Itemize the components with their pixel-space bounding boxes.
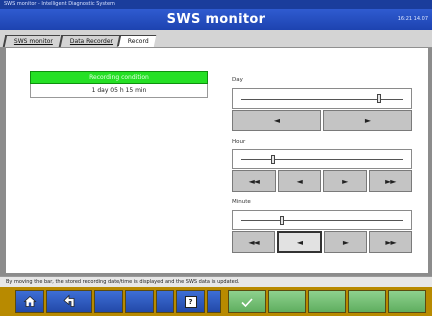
tab-data-recorder[interactable]: Data Recorder (58, 35, 121, 47)
recording-status-badge: Recording condition (30, 71, 208, 84)
tab-strip: SWS monitor Data Recorder Record (0, 30, 432, 48)
app-header: SWS monitor 16:21 14.07 (0, 9, 432, 30)
hour-forward-button[interactable]: ► (323, 170, 367, 192)
fkey-blank-4[interactable] (207, 290, 221, 313)
help-button[interactable]: ? (176, 290, 205, 313)
fkey-blank-1[interactable] (94, 290, 123, 313)
minute-slider-track (241, 220, 403, 221)
tab-sws-monitor-label: SWS monitor (13, 38, 53, 45)
page-title: SWS monitor (166, 12, 266, 27)
minute-forward-button[interactable]: ► (324, 231, 367, 253)
hour-back-button[interactable]: ◄ (277, 170, 321, 192)
fkey-green-2[interactable] (268, 290, 306, 313)
minute-fast-forward-button[interactable]: ►► (369, 231, 412, 253)
home-button[interactable] (15, 290, 44, 313)
ok-button[interactable] (228, 290, 266, 313)
minute-slider[interactable] (232, 210, 412, 230)
tab-record[interactable]: Record (116, 35, 157, 47)
tab-record-label: Record (127, 38, 149, 45)
day-slider-label: Day (232, 77, 243, 83)
message-text: By moving the bar, the stored recording … (6, 279, 240, 285)
hour-fast-back-button[interactable]: ◄◄ (232, 170, 276, 192)
hour-slider[interactable] (232, 149, 412, 169)
recording-time-display: 1 day 05 h 15 min (30, 84, 208, 98)
tab-data-recorder-label: Data Recorder (69, 38, 114, 45)
window-title-bar: SWS monitor - Intelligent Diagnostic Sys… (0, 0, 432, 9)
hour-slider-label: Hour (232, 139, 246, 145)
fkey-green-5[interactable] (388, 290, 426, 313)
hour-slider-track (241, 159, 403, 160)
minute-fast-back-button[interactable]: ◄◄ (232, 231, 275, 253)
fkey-blank-3[interactable] (156, 290, 174, 313)
function-key-bar: ? (0, 287, 432, 316)
minute-slider-label: Minute (232, 199, 251, 205)
window-title: SWS monitor - Intelligent Diagnostic Sys… (4, 1, 115, 7)
minute-slider-buttons: ◄◄ ◄ ► ►► (232, 231, 412, 253)
fkey-green-3[interactable] (308, 290, 346, 313)
home-icon (22, 292, 37, 311)
checkmark-icon (241, 292, 253, 311)
clock-readout: 16:21 14.07 (397, 16, 428, 22)
tab-sws-monitor[interactable]: SWS monitor (2, 35, 61, 47)
fkey-green-4[interactable] (348, 290, 386, 313)
hour-slider-buttons: ◄◄ ◄ ► ►► (232, 170, 412, 192)
help-icon: ? (184, 295, 197, 308)
day-next-button[interactable]: ► (323, 110, 412, 131)
day-slider-thumb[interactable] (376, 94, 381, 103)
day-slider-buttons: ◄ ► (232, 110, 412, 131)
minute-back-button[interactable]: ◄ (277, 231, 322, 253)
day-prev-button[interactable]: ◄ (232, 110, 321, 131)
back-arrow-icon (62, 292, 76, 311)
hour-slider-thumb[interactable] (271, 154, 276, 164)
minute-slider-thumb[interactable] (279, 215, 284, 225)
hour-fast-forward-button[interactable]: ►► (368, 170, 412, 192)
back-button[interactable] (46, 290, 92, 313)
day-slider[interactable] (232, 88, 412, 109)
fkey-blank-2[interactable] (125, 290, 154, 313)
